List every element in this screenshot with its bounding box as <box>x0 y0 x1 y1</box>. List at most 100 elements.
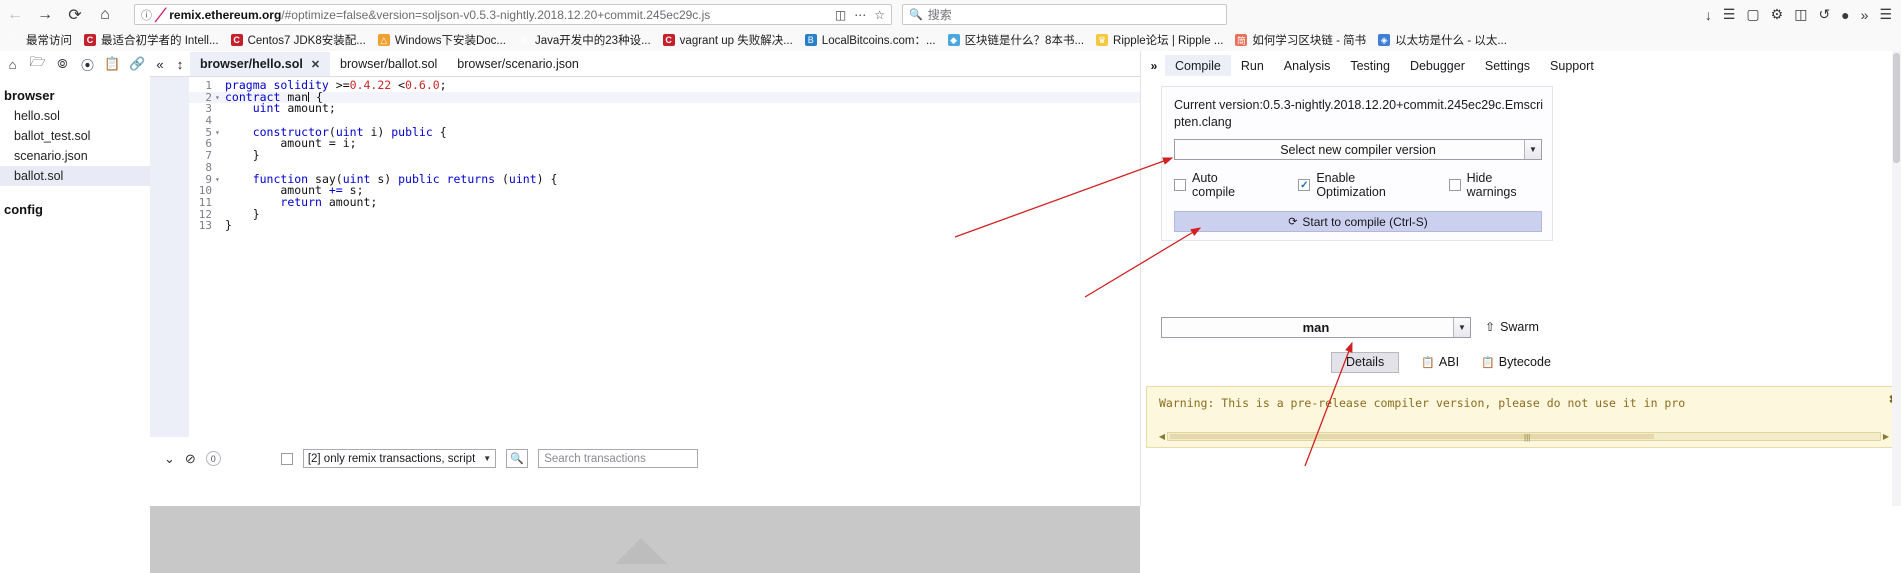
code-token: < <box>391 78 406 92</box>
file-item[interactable]: ballot_test.sol <box>0 126 150 146</box>
home-icon[interactable]: ⌂ <box>90 2 120 28</box>
pocket-icon[interactable]: ▢ <box>1746 6 1759 23</box>
bookmark-label: Centos7 JDK8安装配... <box>247 35 366 47</box>
search-bar[interactable]: 🔍 搜索 <box>902 4 1227 25</box>
scrollbar-thumb[interactable] <box>1170 434 1655 439</box>
file-item[interactable]: ballot.sol <box>0 166 150 186</box>
overflow-icon[interactable]: » <box>1861 7 1869 23</box>
chevron-double-right-icon[interactable]: » <box>1143 59 1165 73</box>
java-icon: & <box>520 35 527 45</box>
right-panel-tab[interactable]: Analysis <box>1274 55 1341 76</box>
transaction-filter-select[interactable]: [2] only remix transactions, script ▼ <box>302 449 497 468</box>
publish-swarm-button[interactable]: ⇧ Swarm <box>1485 320 1539 334</box>
info-circle-icon[interactable]: ⓘ <box>141 7 152 23</box>
github-icon[interactable]: ⦾ <box>50 52 75 76</box>
reader-view-icon[interactable]: ◫ <box>835 8 846 22</box>
fold-toggle-icon[interactable]: ▾ <box>215 174 225 186</box>
editor-tab[interactable]: browser/scenario.json <box>447 52 589 76</box>
right-panel-tab[interactable]: Testing <box>1340 55 1400 76</box>
details-button[interactable]: Details <box>1331 351 1400 373</box>
right-panel-tab[interactable]: Run <box>1231 55 1274 76</box>
chevron-down-icon[interactable]: ▼ <box>1524 140 1541 159</box>
start-to-compile-button[interactable]: ⟳ Start to compile (Ctrl-S) <box>1174 211 1542 232</box>
sidebar-icon[interactable]: ◫ <box>1794 6 1807 23</box>
file-item[interactable]: scenario.json <box>0 146 150 166</box>
downloads-icon[interactable]: ↓ <box>1705 7 1712 23</box>
line-number: 8 <box>205 160 212 174</box>
home-icon[interactable]: ⌂ <box>0 52 25 76</box>
undo-icon[interactable]: ↺ <box>1818 6 1830 23</box>
star-icon[interactable]: ☆ <box>874 8 885 22</box>
chevron-down-icon[interactable]: ▼ <box>1453 317 1470 337</box>
bookmark-item[interactable]: 简如何学习区块链 - 简书 <box>1230 31 1371 49</box>
bookmark-label: 以太坊是什么 - 以太... <box>1395 35 1507 47</box>
enable-optimization-checkbox[interactable]: ✓ <box>1298 179 1311 191</box>
right-panel-tab[interactable]: Settings <box>1475 55 1540 76</box>
bookmark-item[interactable]: Cvagrant up 失败解决... <box>658 31 798 49</box>
extension-icon[interactable]: ⚙ <box>1771 6 1784 23</box>
select-compiler-version-dropdown[interactable]: Select new compiler version ▼ <box>1174 139 1542 160</box>
file-item[interactable]: hello.sol <box>0 106 150 126</box>
fold-toggle-icon[interactable]: ▾ <box>215 92 225 104</box>
triangle-decoration-icon <box>615 538 667 564</box>
warning-horizontal-scrollbar[interactable]: ◀ ||| ▶ <box>1157 431 1891 442</box>
hamburger-menu-icon[interactable]: ☰ <box>1879 6 1892 23</box>
folder-open-icon[interactable]: 🗁 <box>25 52 50 76</box>
ban-icon[interactable]: ⊘ <box>185 451 196 467</box>
library-icon[interactable]: ☰ <box>1723 6 1736 23</box>
forward-icon[interactable]: → <box>30 2 60 28</box>
right-panel-tab[interactable]: Debugger <box>1400 55 1475 76</box>
hide-warnings-option[interactable]: Hide warnings <box>1448 171 1540 199</box>
code-line: 7 } <box>189 148 1140 163</box>
bookmark-item[interactable]: B LocalBitcoins.com：... <box>800 31 941 49</box>
editor-tab[interactable]: browser/hello.sol ✕ <box>190 52 331 76</box>
bookmark-item[interactable]: ◈ 以太坊是什么 - 以太... <box>1373 31 1512 49</box>
chevron-double-left-icon[interactable]: « <box>150 52 170 76</box>
url-bar[interactable]: ⓘ ╱ remix.ethereum.org/#optimize=false&v… <box>134 4 892 25</box>
bookmark-item[interactable]: △ Windows下安装Doc... <box>373 31 511 49</box>
bookmark-item[interactable]: & Java开发中的23种设... <box>513 31 656 49</box>
shield-strike-icon[interactable]: ╱ <box>156 8 163 22</box>
editor-tab[interactable]: browser/ballot.sol <box>330 52 448 76</box>
auto-compile-checkbox[interactable] <box>1174 179 1186 191</box>
bookmark-item[interactable]: ◆ 区块链是什么？8本书... <box>943 31 1089 49</box>
listen-network-checkbox[interactable] <box>280 452 293 465</box>
search-icon[interactable]: 🔍 <box>506 449 529 468</box>
editor-tab-label: browser/scenario.json <box>457 57 579 71</box>
fold-toggle-icon[interactable]: ▾ <box>215 127 225 139</box>
back-icon[interactable]: ← <box>0 2 30 28</box>
enable-optimization-option[interactable]: ✓ Enable Optimization <box>1298 171 1420 199</box>
bookmark-item[interactable]: ♛ Ripple论坛 | Ripple ... <box>1091 31 1228 49</box>
remix-icon-toolbar: ⌂ 🗁 ⦾ ⦿ 📋 🔗 <box>0 51 150 77</box>
reload-icon[interactable]: ⟳ <box>60 2 90 28</box>
abi-copy-button[interactable]: 📋 ABI <box>1421 355 1459 369</box>
auto-compile-option[interactable]: Auto compile <box>1174 171 1259 199</box>
page-actions-icon[interactable]: ⋯ <box>854 8 866 22</box>
close-icon[interactable]: ✕ <box>311 58 320 71</box>
bookmark-item[interactable]: C 最适合初学者的 Intell... <box>79 31 224 49</box>
right-panel-tab[interactable]: Support <box>1540 55 1604 76</box>
scrollbar-track[interactable]: ||| <box>1167 432 1881 442</box>
bookmark-item[interactable]: ☆ 最常访问 <box>4 31 77 49</box>
caret-left-icon[interactable]: ◀ <box>1157 432 1167 441</box>
file-group-browser[interactable]: browser <box>0 85 150 106</box>
copy-icon[interactable]: 📋 <box>100 52 125 76</box>
page-scrollbar[interactable] <box>1892 51 1901 506</box>
caret-right-icon[interactable]: ▶ <box>1881 432 1891 441</box>
file-explorer-panel: browser hello.sol ballot_test.sol scenario.… <box>0 77 150 506</box>
bookmark-item[interactable]: C Centos7 JDK8安装配... <box>226 31 371 49</box>
chevron-down-double-icon[interactable]: ⌄ <box>164 451 175 467</box>
github-alt-icon[interactable]: ⦿ <box>75 52 100 76</box>
link-icon[interactable]: 🔗 <box>125 52 150 76</box>
font-size-icon[interactable]: ↕ <box>170 52 190 76</box>
code-token: } <box>225 148 260 163</box>
hide-warnings-checkbox[interactable] <box>1448 179 1461 191</box>
sync-avatar-icon[interactable]: ● <box>1841 7 1849 23</box>
code-editor[interactable]: 1 pragma solidity >=0.4.22 <0.6.0; 2 ▾ contr… <box>189 77 1140 437</box>
page-scrollbar-thumb[interactable] <box>1893 53 1900 163</box>
search-transactions-input[interactable]: Search transactions <box>538 449 699 468</box>
file-group-config[interactable]: config <box>0 199 150 220</box>
bytecode-copy-button[interactable]: 📋 Bytecode <box>1481 355 1551 369</box>
contract-select[interactable]: man ▼ <box>1161 316 1471 338</box>
right-panel-tab[interactable]: Compile <box>1165 55 1231 76</box>
